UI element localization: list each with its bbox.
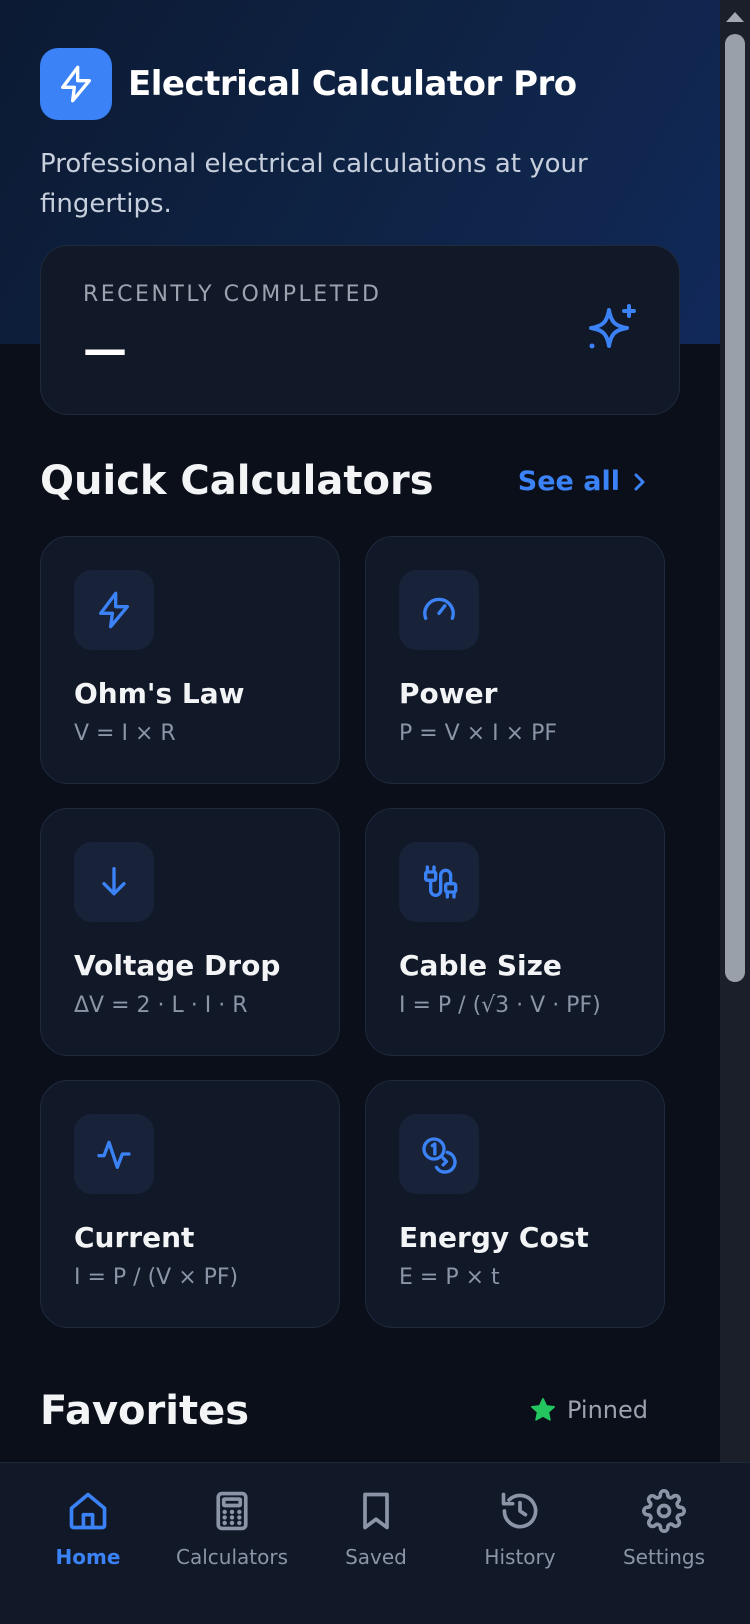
nav-label: Saved	[345, 1545, 407, 1569]
favorites-title: Favorites	[40, 1388, 250, 1434]
icon-tile	[399, 570, 479, 650]
calc-card-cable-size[interactable]: Cable Size I = P / (√3 · V · PF)	[365, 808, 665, 1056]
scrollbar-thumb[interactable]	[725, 34, 745, 982]
lightning-icon	[61, 65, 92, 103]
pinned-indicator: Pinned	[529, 1396, 648, 1424]
see-all-link[interactable]: See all	[518, 466, 648, 497]
card-title: Ohm's Law	[74, 677, 245, 710]
icon-tile	[74, 1114, 154, 1194]
nav-item-home[interactable]: Home	[16, 1463, 160, 1624]
activity-icon	[97, 1140, 131, 1169]
card-title: Voltage Drop	[74, 949, 281, 982]
calc-card-current[interactable]: Current I = P / (V × PF)	[40, 1080, 340, 1328]
chevron-right-icon	[634, 473, 645, 490]
bookmark-icon	[363, 1492, 389, 1530]
scroll-up-arrow-icon[interactable]	[726, 12, 744, 22]
quick-calculators-title: Quick Calculators	[40, 458, 434, 504]
icon-tile	[74, 842, 154, 922]
bottom-navigation: Home Calculators Saved History Settings	[0, 1462, 750, 1624]
card-title: Power	[399, 677, 498, 710]
app-header: Electrical Calculator Pro	[40, 48, 577, 120]
cable-icon	[424, 865, 458, 899]
icon-tile	[399, 1114, 479, 1194]
lightning-icon	[99, 591, 129, 629]
nav-item-history[interactable]: History	[448, 1463, 592, 1624]
card-formula: I = P / (V × PF)	[74, 1265, 239, 1290]
nav-label: Home	[55, 1545, 121, 1569]
card-title: Cable Size	[399, 949, 562, 982]
card-formula: P = V × I × PF	[399, 721, 557, 746]
sparkle-icon	[589, 304, 636, 349]
card-formula: I = P / (√3 · V · PF)	[399, 993, 601, 1018]
calculator-icon	[216, 1491, 248, 1531]
see-all-label: See all	[517, 466, 620, 497]
main-content: Electrical Calculator Pro Professional e…	[0, 0, 720, 1462]
scrollbar[interactable]	[720, 0, 750, 1462]
card-formula: V = I × R	[74, 721, 176, 746]
star-icon	[530, 1398, 555, 1421]
recently-completed-card[interactable]: RECENTLY COMPLETED —	[40, 245, 680, 415]
nav-label: Calculators	[176, 1545, 288, 1569]
gear-icon	[642, 1489, 686, 1533]
nav-item-settings[interactable]: Settings	[592, 1463, 736, 1624]
app-logo	[40, 48, 112, 120]
nav-label: Settings	[622, 1545, 706, 1569]
calc-card-voltage-drop[interactable]: Voltage Drop ΔV = 2 · L · I · R	[40, 808, 340, 1056]
card-formula: ΔV = 2 · L · I · R	[74, 993, 248, 1018]
calc-card-energy-cost[interactable]: Energy Cost E = P × t	[365, 1080, 665, 1328]
calc-card-ohms-law[interactable]: Ohm's Law V = I × R	[40, 536, 340, 784]
gauge-icon	[423, 597, 455, 620]
nav-item-calculators[interactable]: Calculators	[160, 1463, 304, 1624]
coins-icon	[422, 1137, 457, 1174]
pinned-label: Pinned	[566, 1396, 648, 1424]
icon-tile	[399, 842, 479, 922]
recent-label: RECENTLY COMPLETED	[83, 282, 382, 307]
home-icon	[69, 1492, 107, 1530]
nav-label: History	[484, 1545, 556, 1569]
card-title: Energy Cost	[399, 1221, 589, 1254]
history-icon	[501, 1492, 538, 1529]
card-title: Current	[74, 1221, 195, 1254]
app-subtitle: Professional electrical calculations at …	[40, 149, 588, 219]
arrow-down-icon	[102, 867, 126, 896]
card-formula: E = P × t	[399, 1265, 500, 1290]
icon-tile	[74, 570, 154, 650]
calc-card-power[interactable]: Power P = V × I × PF	[365, 536, 665, 784]
app-screen: Electrical Calculator Pro Professional e…	[0, 0, 750, 1624]
app-title: Electrical Calculator Pro	[128, 64, 577, 104]
nav-item-saved[interactable]: Saved	[304, 1463, 448, 1624]
recent-value: —	[83, 324, 127, 375]
